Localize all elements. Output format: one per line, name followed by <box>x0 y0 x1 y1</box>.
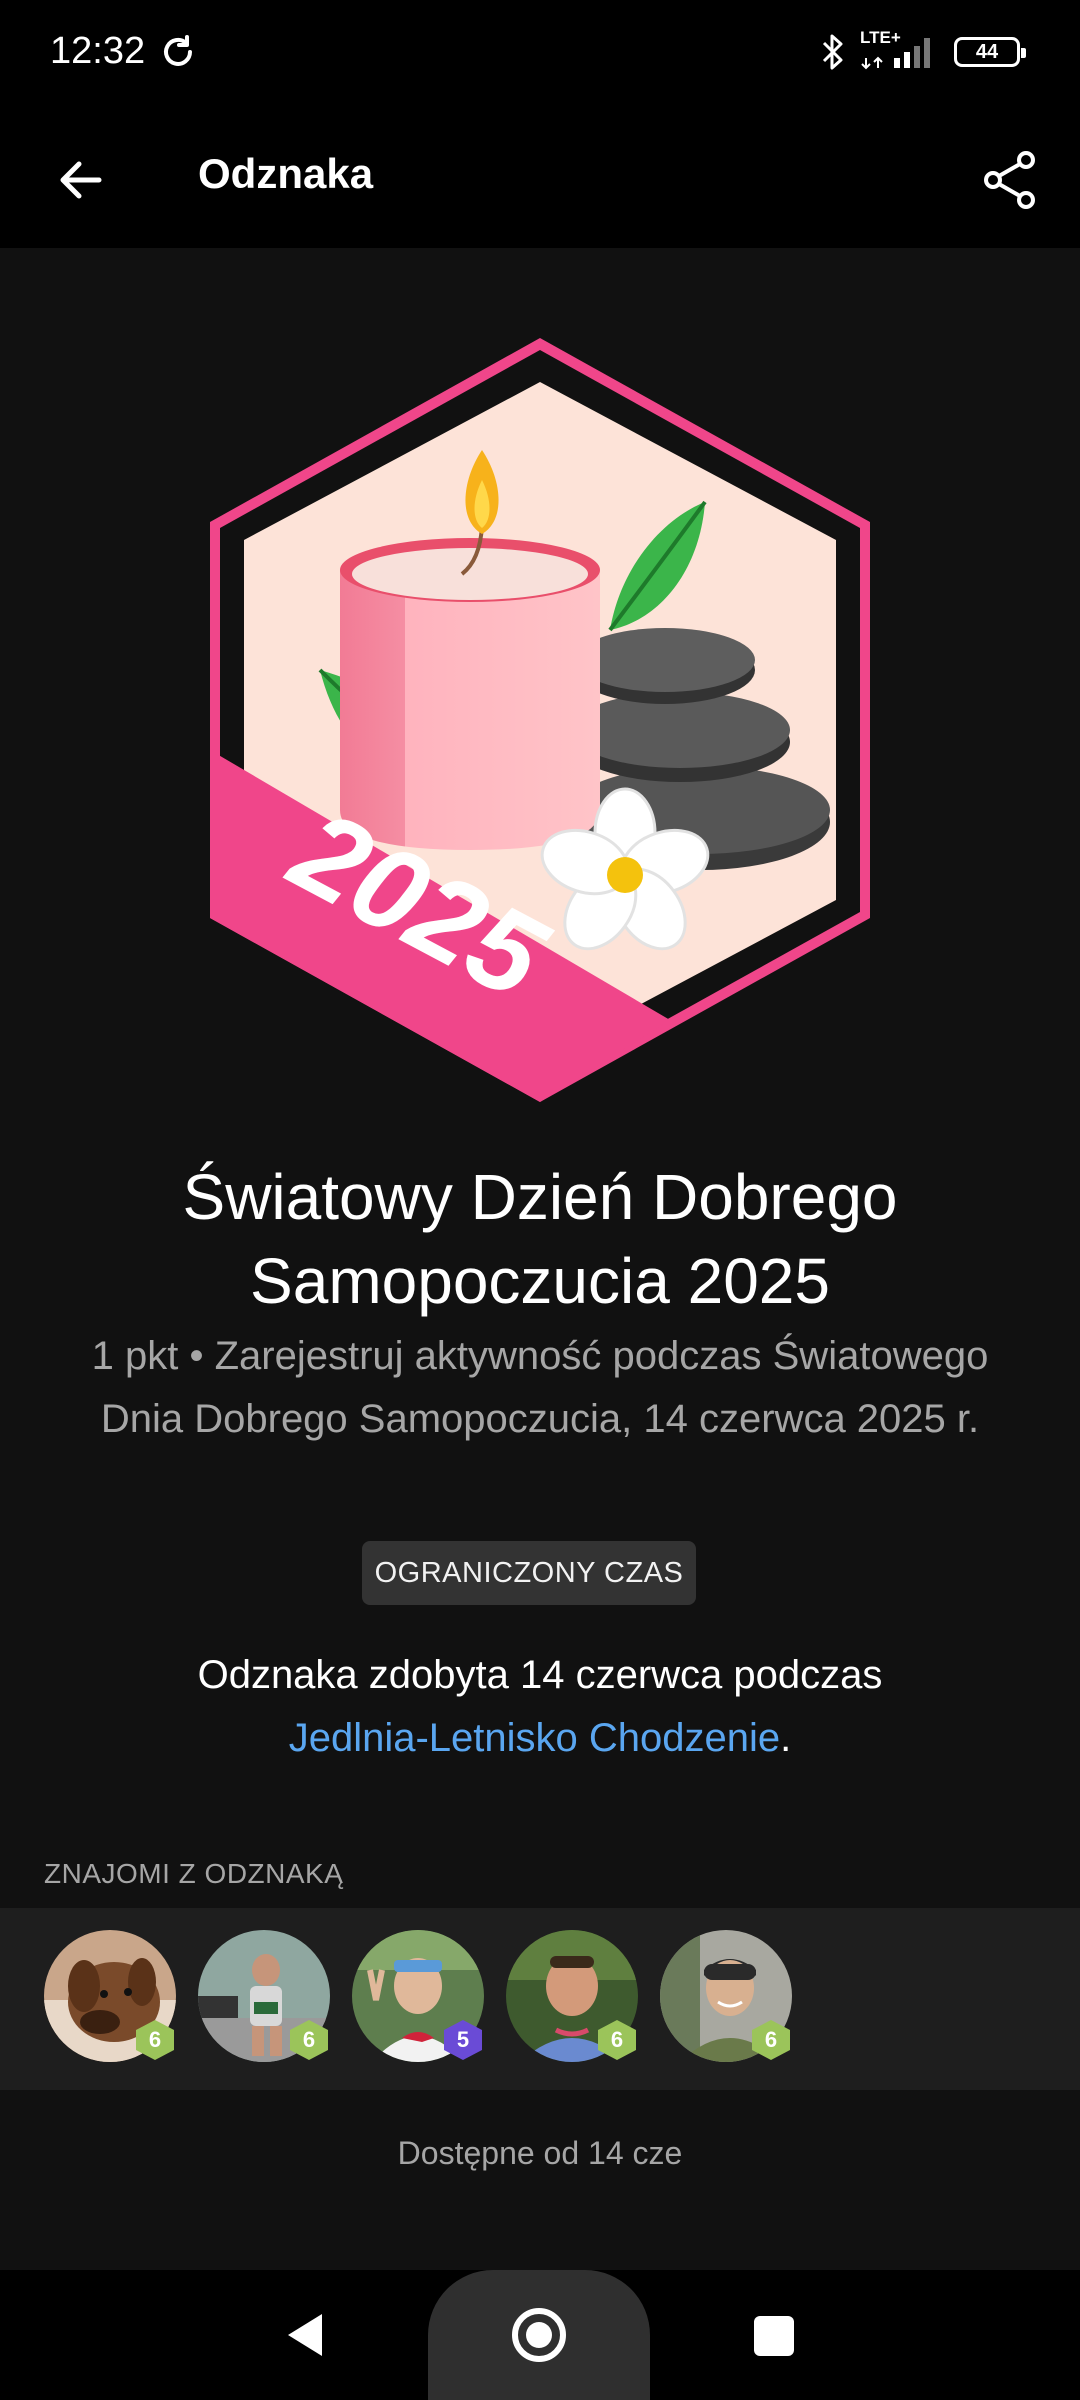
earned-text: Odznaka zdobyta 14 czerwca podczas <box>197 1653 883 1697</box>
bluetooth-icon <box>822 34 843 70</box>
friend-avatar[interactable]: 6 <box>506 1930 638 2062</box>
nav-back-icon[interactable] <box>272 2300 342 2370</box>
page-title: Odznaka <box>198 150 374 197</box>
share-button[interactable] <box>970 140 1050 220</box>
system-nav-bar <box>0 2270 1080 2400</box>
availability-text: Dostępne od 14 cze <box>397 2135 683 2171</box>
app-bar: Odznaka <box>0 110 1080 248</box>
friend-avatar[interactable]: 6 <box>44 1930 176 2062</box>
sync-icon <box>164 35 192 66</box>
friends-list: 6 6 5 6 6 <box>0 1908 1080 2090</box>
nav-home-button[interactable] <box>428 2270 650 2400</box>
badge-image: 2025 <box>200 330 880 1110</box>
badge-description: 1 pkt • Zarejestruj aktywność podczas Św… <box>91 1334 989 1441</box>
limited-time-chip: OGRANICZONY CZAS <box>362 1541 696 1605</box>
activity-link[interactable]: Jedlnia-Letnisko Chodzenie <box>289 1716 780 1760</box>
share-icon <box>984 151 1035 209</box>
earned-suffix: . <box>780 1716 792 1760</box>
battery-icon: 44 <box>954 37 1026 67</box>
limited-time-label: OGRANICZONY CZAS <box>374 1556 684 1589</box>
status-time: 12:32 <box>50 30 146 72</box>
cellular-signal-icon: LTE+ <box>860 28 940 72</box>
home-circle-icon <box>512 2308 566 2362</box>
earned-info: Odznaka zdobyta 14 czerwca podczas Jedln… <box>60 1644 1020 1770</box>
friend-avatar[interactable]: 6 <box>660 1930 792 2062</box>
nav-recents-icon[interactable] <box>754 2316 794 2356</box>
badge-title: Światowy Dzień Dobrego Samopoczucia 2025 <box>182 1161 898 1317</box>
arrow-back-icon <box>60 161 102 199</box>
friends-section-label: ZNAJOMI Z ODZNAKĄ <box>44 1858 344 1889</box>
status-bar: 12:32 LTE+ 44 <box>0 0 1080 110</box>
friend-avatar[interactable]: 6 <box>198 1930 330 2062</box>
back-button[interactable] <box>40 140 120 220</box>
battery-level: 44 <box>975 40 999 63</box>
friend-avatar[interactable]: 5 <box>352 1930 484 2062</box>
